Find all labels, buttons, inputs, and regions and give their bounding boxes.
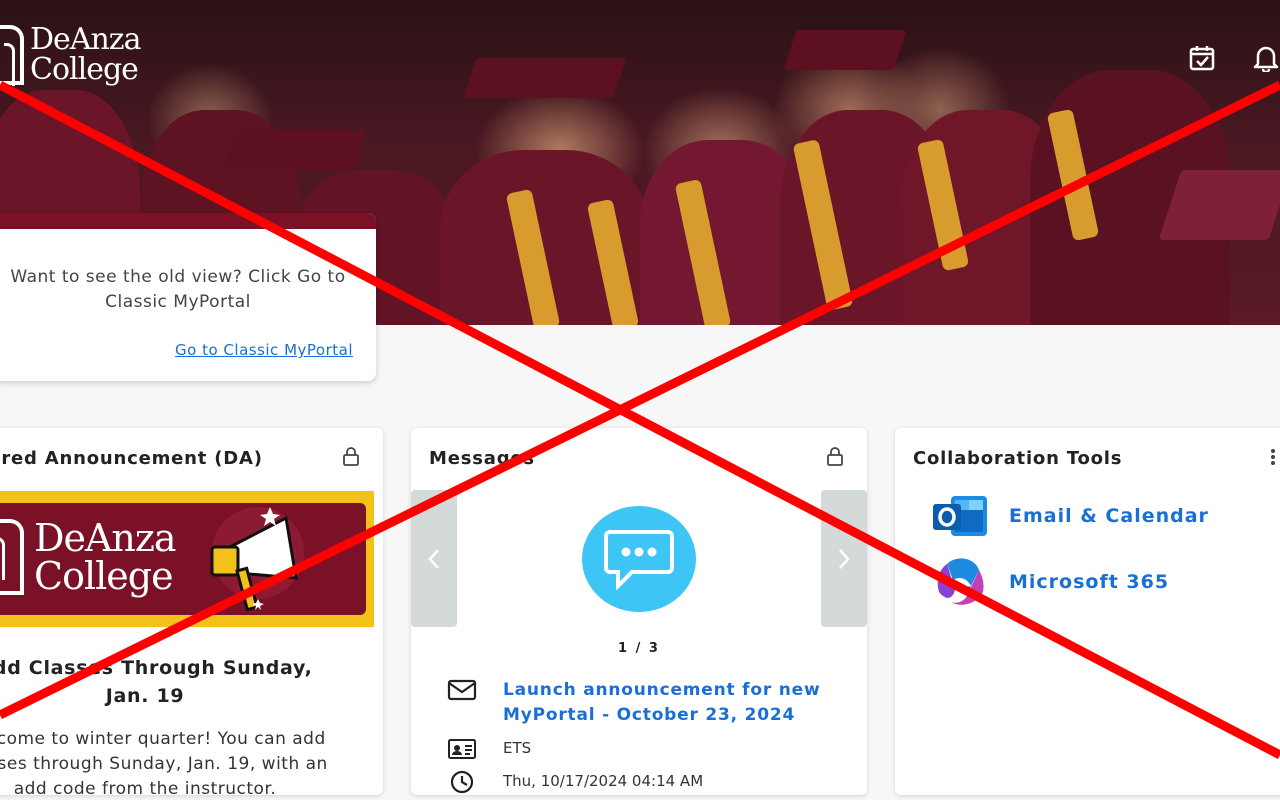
outlook-icon (933, 496, 987, 536)
banner-logo-line-2: College (34, 554, 174, 598)
tool-label: Microsoft 365 (1009, 571, 1170, 593)
carousel-next-button[interactable] (821, 490, 867, 627)
arch-logo-icon (0, 25, 24, 86)
clock-icon (450, 770, 474, 794)
tool-microsoft-365[interactable]: Microsoft 365 (931, 556, 1169, 608)
announcement-banner-image: DeAnza College (0, 491, 374, 627)
calendar-check-icon[interactable] (1188, 44, 1216, 72)
carousel-pager: 1 / 3 (618, 641, 660, 656)
lock-icon[interactable] (825, 446, 845, 466)
go-to-classic-link[interactable]: Go to Classic MyPortal (175, 341, 353, 359)
card-title: Featured Announcement (DA) (0, 448, 263, 469)
logo-line-2: College (30, 52, 139, 87)
message-subject-row: Launch announcement for new MyPortal - O… (447, 678, 823, 728)
kebab-menu-icon[interactable] (1270, 448, 1276, 466)
collaboration-tools-card: Collaboration Tools Email & Calendar Mic… (895, 428, 1280, 795)
envelope-icon (447, 679, 477, 701)
banner-logo-line-1: DeAnza (34, 516, 177, 560)
chevron-right-icon (839, 548, 850, 569)
message-timestamp: Thu, 10/17/2024 04:14 AM (503, 772, 704, 790)
college-logo[interactable]: DeAnza College (0, 22, 141, 87)
classic-view-card: Want to see the old view? Click Go to Cl… (0, 213, 376, 381)
id-card-icon (448, 739, 476, 759)
messages-card: Messages 1 / 3 Launch announcement for n… (411, 428, 867, 795)
banner-logo: DeAnza College (0, 516, 177, 598)
bell-icon[interactable] (1252, 44, 1280, 72)
featured-announcement-card: Featured Announcement (DA) DeAnza Colleg… (0, 428, 383, 795)
arch-logo-icon (0, 519, 24, 595)
card-title: Messages (429, 448, 535, 469)
card-title: Collaboration Tools (913, 448, 1123, 469)
chevron-left-icon (428, 548, 439, 569)
classic-view-message: Want to see the old view? Click Go to Cl… (10, 267, 346, 312)
message-timestamp-row: Thu, 10/17/2024 04:14 AM (447, 770, 703, 794)
tool-label: Email & Calendar (1009, 505, 1209, 527)
tool-email-calendar[interactable]: Email & Calendar (931, 494, 1209, 538)
message-bubble-image (582, 506, 696, 612)
card-accent-bar (0, 213, 376, 229)
carousel-prev-button[interactable] (411, 490, 457, 627)
message-subject-link[interactable]: Launch announcement for new MyPortal - O… (503, 678, 823, 728)
logo-line-1: DeAnza (30, 22, 141, 57)
microsoft-365-icon (937, 558, 984, 605)
lock-icon[interactable] (341, 446, 361, 466)
megaphone-icon (210, 507, 304, 612)
announcement-headline: Add Classes Through Sunday, Jan. 19 (0, 657, 313, 707)
message-sender-row: ETS (447, 737, 531, 761)
chat-bubble-icon (604, 530, 674, 590)
announcement-body: Welcome to winter quarter! You can add c… (0, 729, 328, 795)
message-sender: ETS (503, 739, 532, 757)
